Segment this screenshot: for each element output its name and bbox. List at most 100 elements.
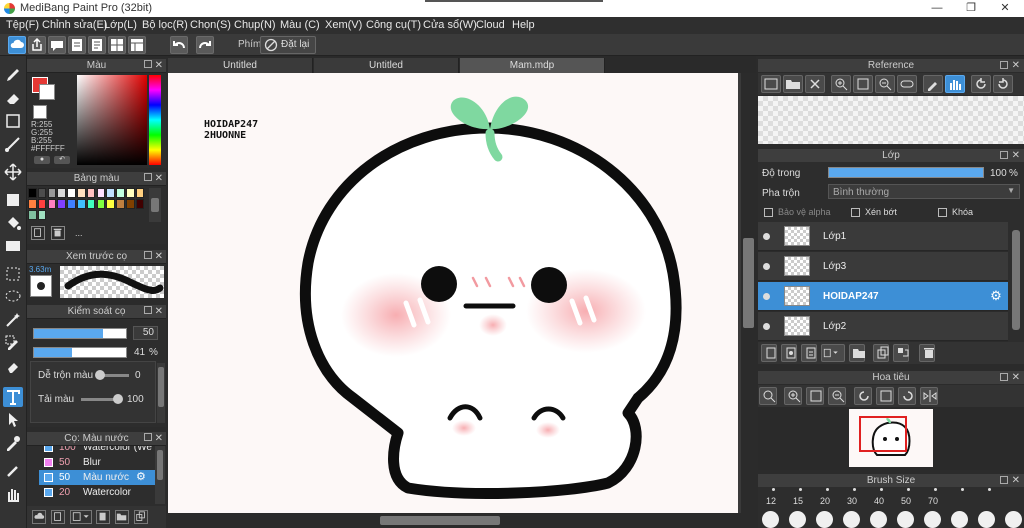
tool-brush[interactable]	[3, 65, 23, 85]
palette-swatch[interactable]	[67, 188, 76, 198]
palette-swatch[interactable]	[135, 199, 145, 209]
palette-swatch[interactable]	[116, 199, 125, 209]
brush-size-dot[interactable]	[789, 511, 806, 528]
tool-fill-rect[interactable]	[3, 190, 23, 210]
palette-swatch[interactable]	[96, 199, 106, 209]
palette-swatch[interactable]	[106, 199, 115, 209]
brush-add-dropdown[interactable]	[70, 510, 92, 524]
palette-swatch[interactable]	[77, 199, 86, 209]
palette-swatch[interactable]	[28, 188, 37, 198]
brush-size-slider[interactable]	[33, 328, 127, 339]
tool-select-eraser[interactable]	[3, 356, 23, 376]
reset-button[interactable]: Đặt lại	[260, 36, 317, 54]
brush-opacity-slider[interactable]	[33, 347, 127, 358]
brush-size-dot-small[interactable]	[934, 488, 937, 491]
gear-icon[interactable]: ⚙	[136, 470, 146, 483]
brush-list-item[interactable]: 50 Màu nước ⚙	[39, 470, 157, 485]
palette-swatch[interactable]	[47, 188, 57, 198]
undo-button[interactable]	[170, 36, 188, 54]
brush-new-button[interactable]	[51, 510, 65, 524]
panel-grid-button[interactable]	[108, 36, 126, 54]
navigator-rotate-right[interactable]	[898, 387, 916, 405]
layer-scrollbar[interactable]	[1008, 222, 1024, 342]
palette-swatch[interactable]	[37, 210, 47, 220]
brush-size-dot[interactable]	[870, 511, 887, 528]
eye-icon[interactable]	[763, 323, 770, 330]
tab-mam[interactable]: Mam.mdp	[460, 58, 605, 73]
pin-icon[interactable]	[1000, 476, 1008, 484]
navigator-viewport-rect[interactable]	[859, 416, 907, 452]
reference-add-button[interactable]	[761, 75, 781, 93]
close-icon[interactable]: ✕	[1012, 59, 1020, 72]
menu-file[interactable]: Tệp(F)	[6, 19, 39, 31]
horizontal-scroll-thumb[interactable]	[380, 516, 500, 525]
palette-swatch[interactable]	[37, 188, 47, 198]
layer-row[interactable]: HOIDAP247 ⚙	[758, 282, 1008, 311]
close-icon[interactable]: ✕	[155, 305, 163, 319]
brush-size-dot[interactable]	[978, 511, 995, 528]
brush-size-dot[interactable]	[1005, 511, 1022, 528]
brush-size-dot-small[interactable]	[799, 488, 802, 491]
menu-snap[interactable]: Chụp(N)	[234, 19, 276, 31]
brush-size-dot[interactable]	[816, 511, 833, 528]
pin-icon[interactable]	[144, 60, 152, 68]
new-layer-button[interactable]	[761, 344, 777, 362]
new-palette-button[interactable]	[31, 226, 45, 240]
palette-swatch[interactable]	[96, 188, 106, 198]
navigator-zoom-out[interactable]	[828, 387, 846, 405]
navigator-fit[interactable]	[806, 387, 824, 405]
palette-swatch[interactable]	[28, 210, 37, 220]
share-button[interactable]	[28, 36, 46, 54]
close-icon[interactable]: ✕	[155, 172, 163, 186]
palette-swatch[interactable]	[86, 188, 96, 198]
add-layer-dropdown[interactable]	[821, 344, 845, 362]
pin-icon[interactable]	[1000, 373, 1008, 381]
pin-icon[interactable]	[144, 251, 152, 259]
canvas-horizontal-scrollbar[interactable]	[168, 513, 742, 528]
close-icon[interactable]: ✕	[1012, 149, 1020, 162]
palette-swatch[interactable]	[126, 199, 135, 209]
vertical-scroll-thumb[interactable]	[743, 238, 754, 328]
menu-window[interactable]: Cửa sổ(W)	[423, 19, 477, 31]
brush-size-dot-small[interactable]	[880, 488, 883, 491]
tool-magic-wand[interactable]	[3, 310, 23, 330]
brush-size-dot-small[interactable]	[907, 488, 910, 491]
tool-lasso[interactable]	[3, 287, 23, 307]
palette-swatch[interactable]	[47, 199, 57, 209]
tool-text[interactable]	[3, 387, 23, 407]
brush-size-dot[interactable]	[897, 511, 914, 528]
brush-list-item[interactable]: 20 Watercolor	[39, 485, 157, 500]
brush-size-dot-small[interactable]	[988, 488, 991, 491]
brush-settings-button[interactable]	[96, 510, 110, 524]
palette-swatch[interactable]	[116, 188, 125, 198]
tool-line[interactable]	[3, 134, 23, 154]
new-8bit-layer-button[interactable]	[801, 344, 817, 362]
protect-alpha-checkbox[interactable]	[764, 208, 773, 217]
brush-cloud-button[interactable]	[32, 510, 46, 524]
brush-size-dot-small[interactable]	[961, 488, 964, 491]
navigator-rotate-left[interactable]	[854, 387, 872, 405]
color-mode-button[interactable]: ●	[34, 156, 50, 164]
layer-scroll-thumb[interactable]	[1012, 230, 1020, 330]
brush-size-dot[interactable]	[843, 511, 860, 528]
menu-select[interactable]: Chọn(S)	[190, 19, 231, 31]
navigator-zoom-in-small[interactable]	[759, 387, 777, 405]
brush-duplicate-button[interactable]	[134, 510, 148, 524]
palette-swatch[interactable]	[126, 188, 135, 198]
pin-icon[interactable]	[144, 173, 152, 181]
navigator-flip[interactable]	[920, 387, 938, 405]
tab-untitled-2[interactable]: Untitled	[314, 58, 459, 73]
tool-operation[interactable]	[3, 410, 23, 430]
layer-blend-select[interactable]: Bình thường ▼	[828, 184, 1020, 199]
lock-checkbox[interactable]	[938, 208, 947, 217]
menu-view[interactable]: Xem(V)	[325, 19, 362, 31]
palette-swatch[interactable]	[67, 199, 76, 209]
navigator-zoom-in[interactable]	[784, 387, 802, 405]
reference-toggle[interactable]	[897, 75, 917, 93]
brush-list-item[interactable]: 50 Blur	[39, 455, 157, 470]
eye-icon[interactable]	[763, 233, 770, 240]
new-halftone-layer-button[interactable]	[781, 344, 797, 362]
brush-control-scroll-thumb[interactable]	[158, 367, 164, 407]
tool-bucket[interactable]	[3, 213, 23, 233]
layer-row[interactable]: Lớp1	[758, 222, 1008, 251]
